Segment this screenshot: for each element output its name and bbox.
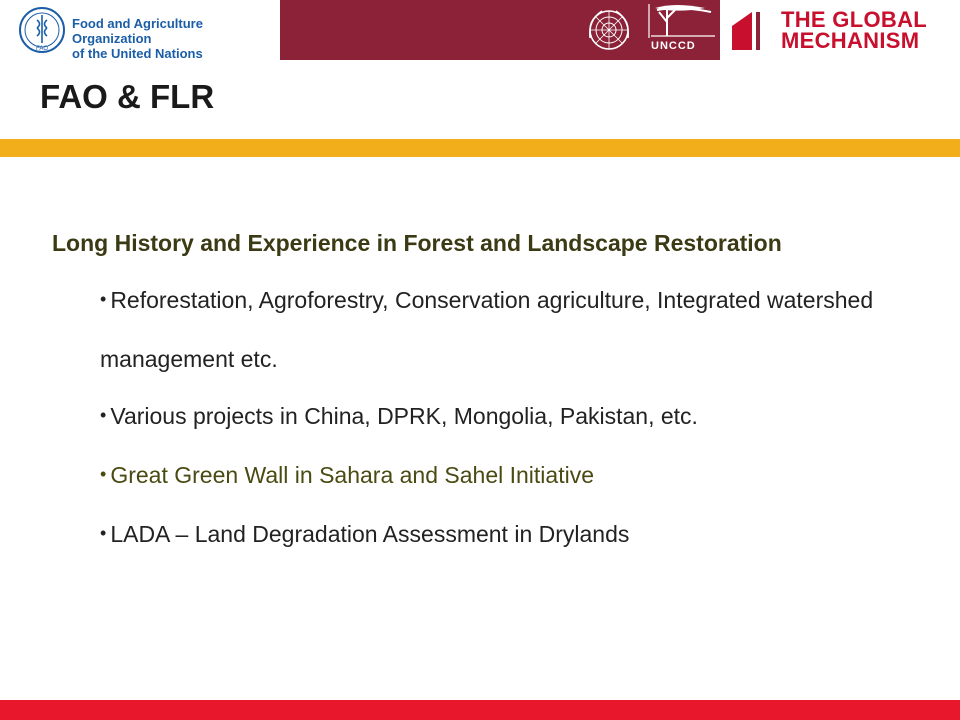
global-mechanism-mark-icon (732, 12, 760, 50)
footer-bar (0, 700, 960, 720)
title-underline (0, 139, 960, 157)
fao-name-line1: Food and Agriculture Organization (72, 16, 203, 46)
bullet-text: LADA – Land Degradation Assessment in Dr… (110, 521, 630, 547)
gm-line1: THE GLOBAL (781, 7, 927, 32)
list-item: • LADA – Land Degradation Assessment in D… (100, 506, 904, 565)
slide-content: Long History and Experience in Forest an… (52, 215, 904, 565)
bullet-text: Reforestation, Agroforestry, Conservatio… (100, 287, 874, 372)
fao-name-line2: of the United Nations (72, 46, 203, 61)
slide-title: FAO & FLR (40, 78, 215, 115)
bullet-icon: • (100, 464, 107, 484)
bullet-text: Various projects in China, DPRK, Mongoli… (110, 403, 698, 429)
svg-text:FAO: FAO (36, 46, 48, 52)
global-mechanism-name: THE GLOBAL MECHANISM (781, 7, 927, 53)
bullet-icon: • (100, 289, 107, 309)
lead-statement: Long History and Experience in Forest an… (52, 230, 782, 256)
unccd-logo: UNCCD (645, 0, 720, 60)
fao-name: Food and Agriculture Organization of the… (72, 16, 280, 61)
bullet-list: • Reforestation, Agroforestry, Conservati… (52, 272, 904, 565)
list-item: • Great Green Wall in Sahara and Sahel In… (100, 447, 904, 506)
fao-emblem-icon: FAO (19, 7, 65, 53)
list-item: • Various projects in China, DPRK, Mongol… (100, 388, 904, 447)
bullet-icon: • (100, 523, 107, 543)
bullet-icon: • (100, 405, 107, 425)
fao-logo: FAO Food and Agriculture Organization of… (0, 0, 280, 61)
bullet-text: Great Green Wall in Sahara and Sahel Ini… (110, 462, 594, 488)
slide-header: FAO Food and Agriculture Organization of… (0, 0, 960, 61)
un-emblem-icon (589, 10, 629, 50)
gm-line2: MECHANISM (781, 28, 920, 53)
unccd-tree-icon (648, 4, 715, 38)
unccd-label: UNCCD (651, 40, 696, 52)
list-item: • Reforestation, Agroforestry, Conservati… (100, 272, 904, 388)
